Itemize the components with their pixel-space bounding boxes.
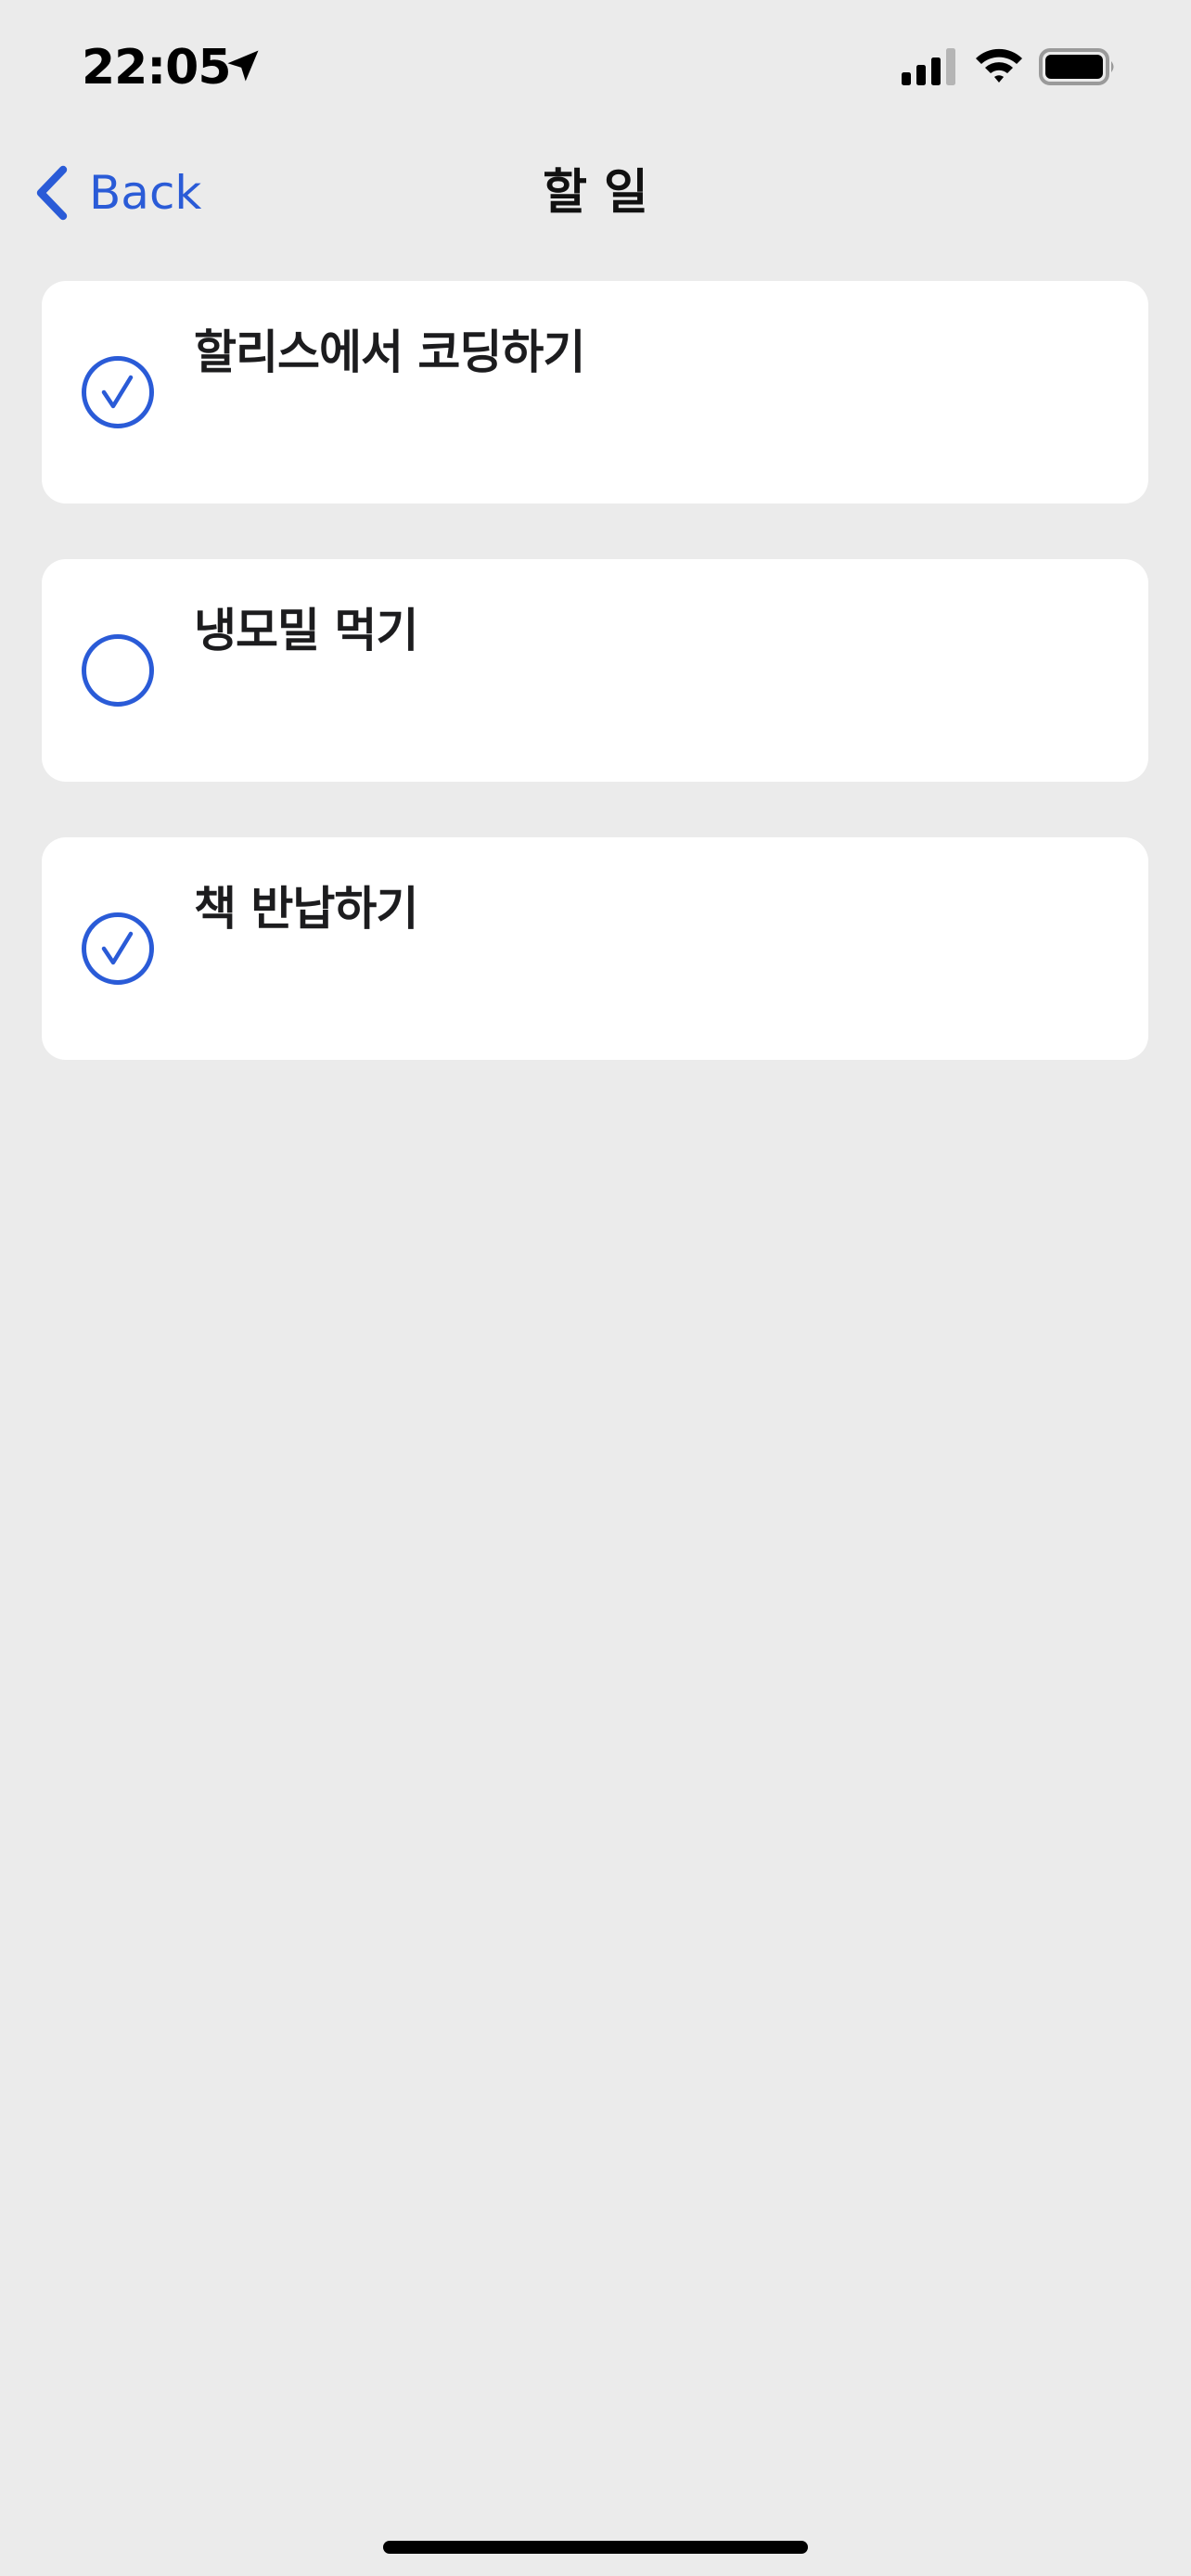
location-arrow-icon <box>227 50 259 82</box>
cellular-signal-icon <box>902 48 955 85</box>
navigation-bar: Back 할 일 <box>0 148 1191 237</box>
wifi-icon <box>976 48 1022 83</box>
todo-item[interactable]: 책 반납하기 <box>42 837 1148 1060</box>
todo-item[interactable]: 할리스에서 코딩하기 <box>42 281 1148 504</box>
todo-label: 할리스에서 코딩하기 <box>194 325 585 379</box>
checked-circle-icon[interactable] <box>81 912 155 986</box>
status-time: 22:05 <box>82 40 232 96</box>
todo-item[interactable]: 냉모밀 먹기 <box>42 559 1148 782</box>
todo-label: 책 반납하기 <box>194 882 418 936</box>
battery-icon <box>1039 48 1114 85</box>
checked-circle-icon[interactable] <box>81 355 155 429</box>
todo-label: 냉모밀 먹기 <box>194 604 418 657</box>
page-title: 할 일 <box>543 165 648 221</box>
todo-list: 할리스에서 코딩하기 냉모밀 먹기 책 반납하기 <box>42 281 1148 1116</box>
home-indicator[interactable] <box>383 2541 808 2554</box>
unchecked-circle-icon[interactable] <box>81 633 155 708</box>
status-bar: 22:05 <box>0 0 1191 139</box>
